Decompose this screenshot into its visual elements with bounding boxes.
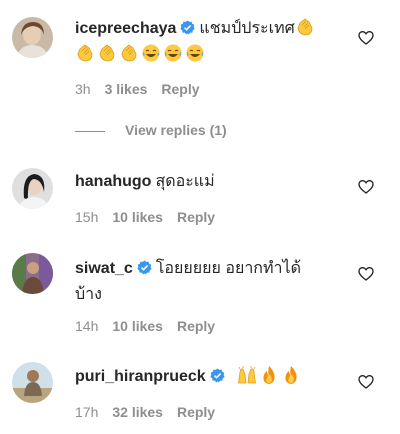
avatar[interactable] [12,362,53,403]
comment-text-continued: บ้าง [75,286,102,303]
divider-line [75,130,105,132]
comment-meta: 17h 32 likes Reply [75,403,215,421]
comment-text: แชมป์ประเทศ [199,20,295,37]
verified-badge-icon [210,368,225,383]
comment-meta: 3h 3 likes Reply [75,80,200,98]
likes-count[interactable]: 10 likes [112,318,163,334]
clapping-hands-icon [97,43,117,63]
timestamp: 14h [75,318,99,334]
comment-body: siwat_c โอยยยยย อยากทำได้บ้าง [75,256,350,308]
comment-text: สุดอะแม่ [155,173,215,190]
likes-count[interactable]: 32 likes [112,404,163,420]
timestamp: 3h [75,81,91,97]
like-heart-icon[interactable] [358,266,374,282]
raising-hands-icon [237,365,257,385]
verified-badge-icon [180,20,196,35]
username[interactable]: icepreechaya [75,20,176,37]
tears-of-joy-icon [141,43,161,63]
reply-button[interactable]: Reply [177,209,215,225]
avatar[interactable] [12,17,53,58]
timestamp: 17h [75,404,99,420]
verified-badge-icon [137,260,152,275]
comment-text: โอยยยยย อยากทำได้ [155,260,301,277]
fire-icon [259,365,279,385]
like-heart-icon[interactable] [358,30,374,46]
clapping-hands-icon [119,43,139,63]
avatar[interactable] [12,253,53,294]
clapping-hands-icon [295,17,315,37]
reply-button[interactable]: Reply [161,81,199,97]
comment-body: puri_hiranprueck [75,364,350,390]
avatar[interactable] [12,168,53,209]
timestamp: 15h [75,209,99,225]
likes-count[interactable]: 3 likes [105,81,148,97]
like-heart-icon[interactable] [358,374,374,390]
like-heart-icon[interactable] [358,179,374,195]
reply-button[interactable]: Reply [177,404,215,420]
fire-icon [281,365,301,385]
tears-of-joy-icon [163,43,183,63]
comment-body: hanahugo สุดอะแม่ [75,169,350,195]
comment-meta: 15h 10 likes Reply [75,208,215,226]
reply-button[interactable]: Reply [177,318,215,334]
tears-of-joy-icon [185,43,205,63]
comment-meta: 14h 10 likes Reply [75,317,215,335]
comment-body: icepreechaya แชมป์ประเทศ [75,16,350,68]
username[interactable]: puri_hiranprueck [75,368,206,385]
clapping-hands-icon [75,43,95,63]
view-replies-label: View replies (1) [125,122,227,138]
likes-count[interactable]: 10 likes [112,209,163,225]
view-replies-button[interactable]: View replies (1) [75,120,227,140]
username[interactable]: siwat_c [75,260,133,277]
username[interactable]: hanahugo [75,173,151,190]
